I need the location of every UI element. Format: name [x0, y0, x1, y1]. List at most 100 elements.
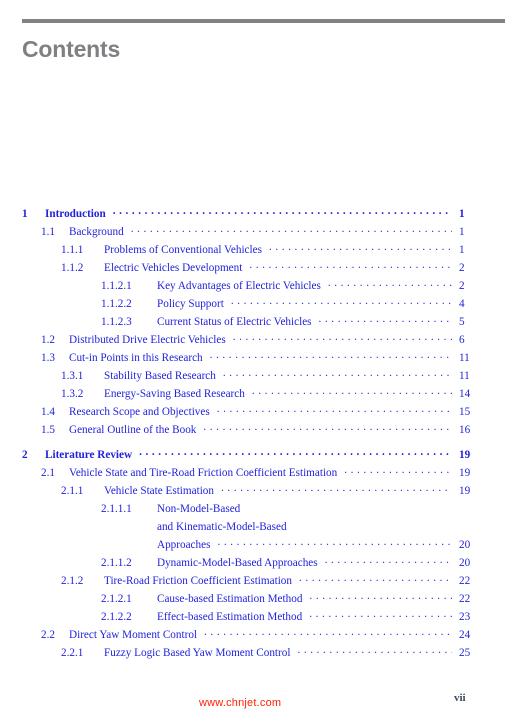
toc-entry[interactable]: 1.1.2.3 Current Status of Electric Vehicl… [0, 313, 505, 331]
toc-entry-label: Research Scope and Objectives [69, 406, 210, 418]
toc-entry-label: Approaches [157, 539, 211, 551]
toc-entry-page-number: 20 [459, 539, 471, 551]
toc-entry-page-number: 19 [459, 449, 471, 461]
toc-dot-leader [233, 331, 452, 343]
toc-entry-label: Background [69, 226, 124, 238]
toc-entry-page-number: 11 [459, 370, 470, 382]
toc-entry-label: Stability Based Research [104, 370, 216, 382]
toc-entry[interactable]: 2.1.1 Vehicle State Estimation 19 [0, 482, 505, 500]
toc-entry[interactable]: 1.2 Distributed Drive Electric Vehicles 6 [0, 331, 505, 349]
toc-entry-label: Vehicle State Estimation [104, 485, 214, 497]
toc-dot-leader [204, 626, 452, 638]
toc-entry[interactable]: 2.2.1 Fuzzy Logic Based Yaw Moment Contro… [0, 644, 505, 662]
toc-entry-page-number: 25 [459, 647, 471, 659]
toc-dot-leader [328, 277, 452, 289]
page-title: Contents [22, 36, 121, 62]
toc-entry[interactable]: 2 Literature Review 19 [0, 446, 505, 464]
toc-dot-leader [217, 403, 452, 415]
toc-entry[interactable]: 1 Introduction 1 [0, 205, 505, 223]
toc-entry[interactable]: 1.1.1 Problems of Conventional Vehicles 1 [0, 241, 505, 259]
toc-entry-page-number: 23 [459, 611, 471, 623]
toc-entry-page-number: 15 [459, 406, 471, 418]
toc-entry-label: Non-Model-Based [157, 503, 241, 515]
toc-dot-leader [299, 572, 452, 584]
toc-entry-number: 1.3.2 [61, 388, 84, 400]
toc-entry[interactable]: 2.2 Direct Yaw Moment Control 24 [0, 626, 505, 644]
toc-entry[interactable]: 1.3.1 Stability Based Research 11 [0, 367, 505, 385]
toc-entry-number: 2.1.2 [61, 575, 84, 587]
toc-entry-number: 2 [22, 449, 28, 461]
toc-dot-leader [231, 295, 452, 307]
toc-entry-label: Effect-based Estimation Method [157, 611, 303, 623]
toc-dot-leader [131, 223, 452, 235]
document-page: Contents 1Introduction11.1Background11.1… [0, 0, 505, 724]
toc-entry-number: 1.1.1 [61, 244, 84, 256]
toc-entry-page-number: 4 [459, 298, 465, 310]
toc-entry-page-number: 19 [459, 467, 471, 479]
toc-entry[interactable]: Approaches 20 [0, 536, 505, 554]
toc-entry-label: Literature Review [45, 449, 133, 461]
toc-entry[interactable]: 1.5 General Outline of the Book 16 [0, 421, 505, 439]
page-number-folio: vii [454, 692, 466, 704]
toc-entry-page-number: 1 [459, 244, 465, 256]
toc-dot-leader [297, 644, 452, 656]
toc-entry-page-number: 22 [459, 593, 471, 605]
toc-entry-label: and Kinematic-Model-Based [157, 521, 287, 533]
toc-entry[interactable]: 1.4 Research Scope and Objectives 15 [0, 403, 505, 421]
toc-entry[interactable]: 1.1.2.2 Policy Support 4 [0, 295, 505, 313]
toc-entry-page-number: 16 [459, 424, 471, 436]
toc-dot-leader [223, 367, 452, 379]
toc-entry-number: 2.1.2.2 [101, 611, 132, 623]
toc-dot-leader [294, 518, 452, 530]
toc-entry-label: Vehicle State and Tire-Road Friction Coe… [69, 467, 338, 479]
toc-entry-page-number: 22 [459, 575, 471, 587]
toc-dot-leader [203, 421, 452, 433]
toc-entry[interactable]: 2.1.2 Tire-Road Friction Coefficient Esti… [0, 572, 505, 590]
toc-entry[interactable]: 1.1.2 Electric Vehicles Development 2 [0, 259, 505, 277]
toc-entry-page-number: 11 [459, 352, 470, 364]
toc-dot-leader [319, 313, 452, 325]
toc-entry[interactable]: 2.1.2.1 Cause-based Estimation Method 22 [0, 590, 505, 608]
toc-dot-leader [325, 554, 452, 566]
toc-entry[interactable]: 2.1.1.1 Non-Model-Based [0, 500, 505, 518]
toc-entry-page-number: 24 [459, 629, 471, 641]
toc-dot-leader [217, 536, 452, 548]
toc-entry-label: Dynamic-Model-Based Approaches [157, 557, 318, 569]
toc-dot-leader [309, 590, 452, 602]
toc-entry-number: 1.5 [41, 424, 55, 436]
site-watermark: www.chnjet.com [199, 697, 282, 709]
toc-entry-label: Cause-based Estimation Method [157, 593, 303, 605]
toc-entry-number: 1.4 [41, 406, 55, 418]
toc-entry[interactable]: 1.3.2 Energy-Saving Based Research 14 [0, 385, 505, 403]
toc-entry[interactable]: 1.1.2.1 Key Advantages of Electric Vehicl… [0, 277, 505, 295]
toc-dot-leader [344, 464, 452, 476]
toc-entry[interactable]: 1.1 Background 1 [0, 223, 505, 241]
toc-entry-number: 2.1.1.2 [101, 557, 132, 569]
toc-entry-number: 2.1.1 [61, 485, 84, 497]
header-rule [22, 19, 505, 23]
toc-entry-number: 1.1.2.2 [101, 298, 132, 310]
toc-dot-leader [252, 385, 452, 397]
toc-entry-page-number: 14 [459, 388, 471, 400]
toc-entry[interactable]: 2.1 Vehicle State and Tire-Road Friction … [0, 464, 505, 482]
toc-entry-number: 1.1.2.3 [101, 316, 132, 328]
toc-entry-page-number: 1 [459, 208, 465, 220]
toc-entry-label: Fuzzy Logic Based Yaw Moment Control [104, 647, 291, 659]
toc-entry-number: 1.2 [41, 334, 55, 346]
toc-dot-leader [113, 205, 452, 217]
toc-entry-page-number: 2 [459, 280, 465, 292]
toc-dot-leader [210, 349, 452, 361]
toc-dot-leader [309, 608, 452, 620]
toc-entry[interactable]: 2.1.1.2 Dynamic-Model-Based Approaches 20 [0, 554, 505, 572]
toc-entry-label: Direct Yaw Moment Control [69, 629, 198, 641]
toc-dot-leader [221, 482, 452, 494]
toc-entry-number: 1.1.2 [61, 262, 84, 274]
toc-dot-leader [269, 241, 452, 253]
toc-entry-page-number: 5 [459, 316, 465, 328]
toc-entry[interactable]: and Kinematic-Model-Based [0, 518, 505, 536]
toc-entry-number: 2.1.2.1 [101, 593, 132, 605]
toc-dot-leader [139, 446, 452, 458]
toc-entry[interactable]: 2.1.2.2 Effect-based Estimation Method 23 [0, 608, 505, 626]
toc-entry-label: Distributed Drive Electric Vehicles [69, 334, 226, 346]
toc-entry[interactable]: 1.3 Cut-in Points in this Research 11 [0, 349, 505, 367]
